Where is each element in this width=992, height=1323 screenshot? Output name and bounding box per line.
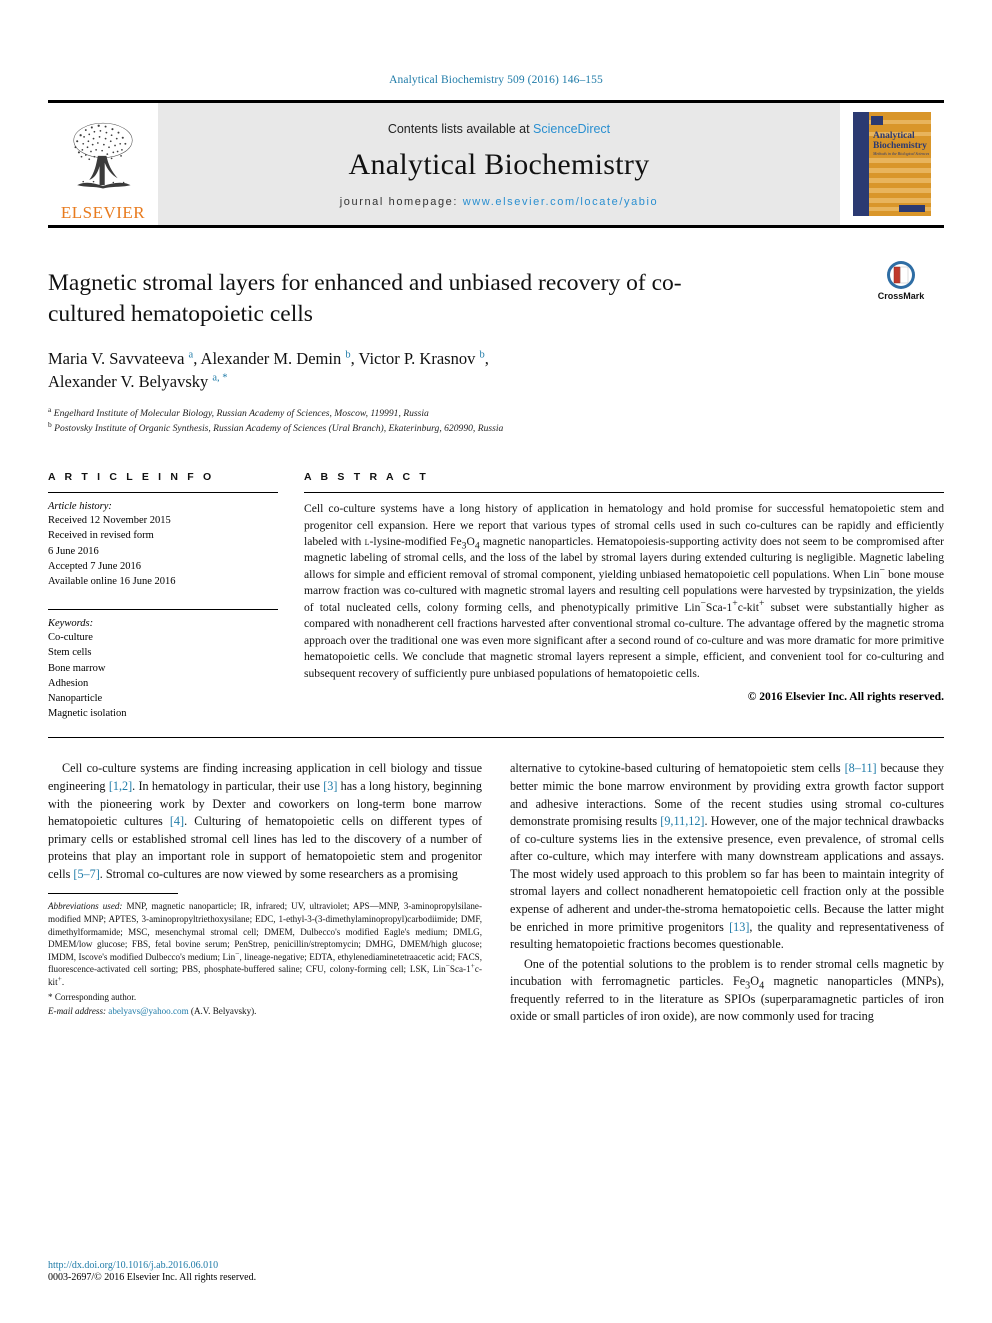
history-item: Accepted 7 June 2016 [48,560,142,572]
body-column-left: Cell co-culture systems are finding incr… [48,760,482,1027]
journal-cover-thumbnail: Analytical Biochemistry Methods in the B… [840,103,944,225]
masthead-center: Contents lists available at ScienceDirec… [158,103,840,225]
corresponding-author-footnote: * Corresponding author. [48,992,137,1003]
svg-text:Biochemistry: Biochemistry [873,141,927,151]
homepage-url[interactable]: www.elsevier.com/locate/yabio [463,196,659,208]
author-list: Maria V. Savvateeva a, Alexander M. Demi… [48,347,768,395]
history-item: Received in revised form [48,530,154,542]
history-item: Available online 16 June 2016 [48,575,176,587]
keywords-rule [48,609,278,611]
abstract-bottom-rule [48,737,944,739]
article-info-rule [48,492,278,494]
affiliation-b: b Postovsky Institute of Organic Synthes… [48,420,504,435]
keyword-item: Stem cells [48,647,92,659]
history-item: 6 June 2016 [48,545,99,557]
sciencedirect-link[interactable]: ScienceDirect [533,122,610,136]
page-footer: http://dx.doi.org/10.1016/j.ab.2016.06.0… [48,1260,478,1283]
journal-masthead: ELSEVIER Contents lists available at Sci… [48,100,944,228]
abstract-copyright: © 2016 Elsevier Inc. All rights reserved… [747,690,944,704]
elsevier-logo: ELSEVIER [48,103,158,225]
email-label: E-mail address: [48,1005,107,1016]
article-title: Magnetic stromal layers for enhanced and… [48,270,682,328]
journal-title: Analytical Biochemistry [348,148,650,181]
email-link[interactable]: abelyavs@yahoo.com [108,1006,188,1016]
article-history-list: Received 12 November 2015 Received in re… [48,513,278,589]
abstract-text: Cell co-culture systems have a long hist… [304,502,945,680]
crossmark-label: CrossMark [877,291,925,301]
history-item: Received 12 November 2015 [48,515,171,527]
footnote-rule [48,893,178,895]
author-line-1: Maria V. Savvateeva a, Alexander M. Demi… [48,348,489,368]
abbreviations-footnote: Abbreviations used: MNP, magnetic nanopa… [48,901,483,987]
crossmark-icon [887,261,915,289]
svg-text:Analytical: Analytical [873,131,915,141]
keyword-item: Bone marrow [48,662,106,674]
info-abstract-section: A R T I C L E I N F O Article history: R… [48,471,944,721]
keyword-item: Co-culture [48,632,93,644]
title-block: CrossMark Magnetic stromal layers for en… [48,261,944,437]
doi-line[interactable]: http://dx.doi.org/10.1016/j.ab.2016.06.0… [48,1260,478,1271]
author-line-2: Alexander V. Belyavsky a, * [48,372,228,392]
keywords-title: Keywords: [48,618,94,630]
journal-homepage-line: journal homepage: www.elsevier.com/locat… [340,196,659,208]
homepage-prefix: journal homepage: [339,196,463,208]
contents-prefix: Contents lists available at [387,122,534,136]
abstract-heading: A B S T R A C T [304,471,429,484]
journal-cover-image: Analytical Biochemistry Methods in the B… [853,112,931,216]
email-suffix: (A.V. Belyavsky). [190,1005,257,1016]
body-column-right: alternative to cytokine-based culturing … [510,760,944,1027]
elsevier-wordmark: ELSEVIER [60,203,146,222]
svg-text:Methods in the Biological Scie: Methods in the Biological Sciences [872,151,930,156]
affiliation-b-text: Postovsky Institute of Organic Synthesis… [54,423,504,435]
article-page: Analytical Biochemistry 509 (2016) 146–1… [0,0,992,1323]
issn-copyright-line: 0003-2697/© 2016 Elsevier Inc. All right… [48,1272,257,1283]
abstract-column: A B S T R A C T Cell co-culture systems … [304,471,944,721]
article-history-title: Article history: [48,501,112,513]
running-head: Analytical Biochemistry 509 (2016) 146–1… [389,74,603,86]
keywords-block: Keywords: Co-culture Stem cells Bone mar… [48,609,278,721]
keyword-item: Nanoparticle [48,693,103,705]
body-paragraph: One of the potential solutions to the pr… [510,956,944,1024]
body-paragraph: Cell co-culture systems are finding incr… [48,761,483,881]
elsevier-tree-icon [73,122,133,189]
contents-available-line: Contents lists available at ScienceDirec… [388,122,610,136]
affiliations: a Engelhard Institute of Molecular Biolo… [48,405,944,437]
article-info-column: A R T I C L E I N F O Article history: R… [48,471,278,721]
email-footnote: E-mail address: abelyavs@yahoo.com (A.V.… [48,1005,482,1018]
crossmark-badge[interactable]: CrossMark [858,260,944,301]
body-columns: Cell co-culture systems are finding incr… [48,760,944,1027]
keyword-item: Magnetic isolation [48,708,127,720]
article-info-heading: A R T I C L E I N F O [48,471,215,484]
keyword-item: Adhesion [48,677,89,689]
body-paragraph: alternative to cytokine-based culturing … [510,761,945,952]
abstract-rule [304,492,944,494]
affiliation-a-text: Engelhard Institute of Molecular Biology… [53,408,429,420]
affiliation-a: a Engelhard Institute of Molecular Biolo… [48,405,429,420]
doi-link[interactable]: http://dx.doi.org/10.1016/j.ab.2016.06.0… [48,1260,218,1271]
